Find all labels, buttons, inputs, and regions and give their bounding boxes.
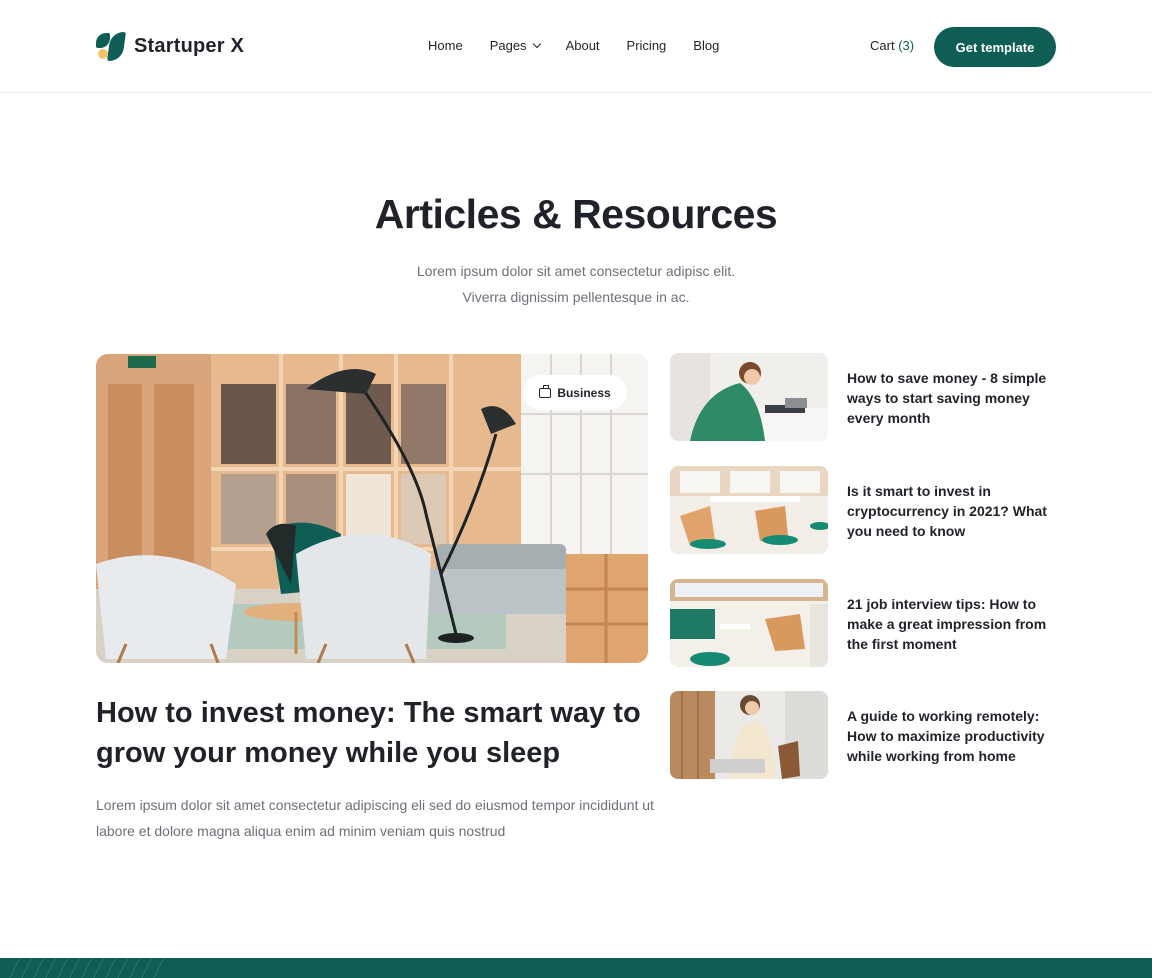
chevron-down-icon [532, 39, 541, 48]
article-list-item[interactable]: 21 job interview tips: How to make a gre… [670, 579, 1056, 667]
article-title: 21 job interview tips: How to make a gre… [847, 596, 1047, 652]
nav-pages-label: Pages [489, 38, 527, 53]
article-thumbnail [670, 353, 828, 441]
nav-about[interactable]: About [566, 38, 600, 53]
featured-article-excerpt: Lorem ipsum dolor sit amet consectetur a… [96, 797, 654, 839]
nav-pages[interactable]: Pages [489, 38, 541, 53]
article-title: A guide to working remotely: How to maxi… [847, 708, 1045, 764]
article-list-item[interactable]: Is it smart to invest in cryptocurrency … [670, 466, 1056, 554]
get-template-button[interactable]: Get template [934, 27, 1056, 67]
section-subtitle: Lorem ipsum dolor sit amet consectetur a… [0, 258, 1152, 310]
article-title: Is it smart to invest in cryptocurrency … [847, 483, 1047, 539]
section-title: Articles & Resources [374, 191, 778, 237]
main-nav: Home Pages About Pricing Blog [428, 38, 719, 53]
category-tag[interactable]: Business [523, 375, 627, 410]
brand-name: Startuper X [134, 34, 245, 57]
article-title: How to save money - 8 simple ways to sta… [847, 370, 1047, 426]
nav-home[interactable]: Home [428, 38, 463, 53]
site-header: Startuper X Home Pages About Pricing Blo… [0, 0, 1152, 93]
nav-blog[interactable]: Blog [693, 38, 719, 53]
briefcase-icon [539, 384, 552, 398]
featured-article-title[interactable]: How to invest money: The smart way to gr… [96, 693, 656, 773]
footer-band [0, 958, 1152, 978]
article-list-item[interactable]: How to save money - 8 simple ways to sta… [670, 353, 1056, 441]
category-tag-label: Business [557, 385, 611, 400]
nav-pricing[interactable]: Pricing [627, 38, 667, 53]
logo-icon [96, 31, 127, 61]
article-thumbnail [670, 691, 828, 779]
brand-logo[interactable]: Startuper X [96, 31, 244, 61]
cart-count: (3) [898, 38, 915, 53]
article-thumbnail [670, 579, 828, 667]
cart-link[interactable]: Cart (3) [870, 38, 914, 53]
section-subtitle-line-2: Viverra dignissim pellentesque in ac. [462, 289, 690, 305]
cart-label: Cart [870, 38, 895, 53]
section-subtitle-line-1: Lorem ipsum dolor sit amet consectetur a… [416, 263, 736, 279]
article-thumbnail [670, 466, 828, 554]
article-list-item[interactable]: A guide to working remotely: How to maxi… [670, 691, 1056, 779]
